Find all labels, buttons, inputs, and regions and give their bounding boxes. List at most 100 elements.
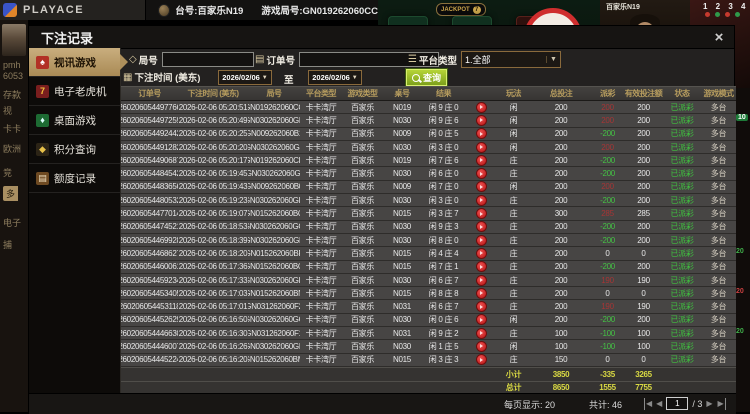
replay-icon[interactable] (475, 247, 487, 259)
replay-icon[interactable] (475, 128, 487, 140)
cell-payout: 0 (605, 288, 610, 298)
page-count-label: / 3 (692, 398, 703, 409)
lobby-left-rail: pmh 6053 存款 视 卡卡 欧洲 竞 多 电子 捕 (0, 20, 28, 412)
date-from-picker[interactable]: 2026/02/06 ▼ (218, 70, 272, 85)
replay-icon[interactable] (475, 154, 487, 166)
prev-page-icon[interactable]: ◀ (656, 398, 662, 410)
cell-result: 闲 7 庄 6 (428, 155, 459, 165)
subtotal-bet: 3850 (552, 369, 570, 379)
replay-icon[interactable] (475, 354, 487, 366)
modal-sidebar: ♠ 视讯游戏 7 电子老虎机 ♦ 桌面游戏 ◆ 积分查询 ▤ 额度记录 (29, 48, 128, 413)
header-order: 订单号 (138, 89, 161, 98)
cell-order: 260206054490687 (121, 155, 178, 165)
brand-name: PLAYACE (23, 4, 85, 16)
replay-cell (466, 287, 496, 299)
cell-bet: 200 (554, 248, 568, 258)
sidebar-item-slots[interactable]: 7 电子老虎机 (29, 77, 120, 106)
cell-bet: 200 (554, 275, 568, 285)
table-header: 订单号 下注时间 (美东) 局号 平台类型 游戏类型 桌号 结果 玩法 总投注 … (121, 86, 736, 101)
last-page-icon[interactable]: ▶ (717, 397, 726, 410)
cell-round: GN030262060GK (248, 115, 300, 125)
cell-mode: 多台 (710, 222, 727, 232)
cell-mode: 多台 (710, 328, 727, 338)
replay-cell (466, 114, 496, 126)
cell-platform: 卡卡湾厅 (305, 248, 337, 258)
next-page-icon[interactable]: ▶ (706, 398, 712, 410)
page-input[interactable] (666, 397, 689, 410)
cell-game: 百家乐 (350, 235, 375, 245)
cell-platform: 卡卡湾厅 (305, 302, 337, 312)
cell-table: N019 (393, 155, 411, 165)
replay-icon[interactable] (475, 168, 487, 180)
cell-payout: -200 (600, 155, 615, 165)
platform-select-value: 1.全部 (464, 55, 491, 65)
replay-icon[interactable] (475, 287, 487, 299)
replay-icon[interactable] (475, 234, 487, 246)
replay-icon[interactable] (475, 314, 487, 326)
replay-icon[interactable] (475, 327, 487, 339)
chevron-down-icon: ▼ (261, 74, 268, 81)
cell-platform: 卡卡湾厅 (305, 169, 337, 179)
cell-mode: 多台 (710, 302, 727, 312)
cell-payout: -100 (600, 328, 615, 338)
cell-order: 260206054446007 (121, 341, 178, 351)
cell-table: N015 (393, 262, 411, 272)
first-page-icon[interactable]: ◀ (644, 397, 652, 410)
cell-time: 2026-02-06 05:19:43 (178, 182, 248, 192)
cell-mode: 多台 (710, 195, 727, 205)
replay-cell (466, 327, 496, 339)
date-from-value: 2026/02/06 (222, 73, 260, 82)
replay-icon[interactable] (475, 261, 487, 273)
replay-icon[interactable] (475, 221, 487, 233)
table-row: 260206054484542 2026-02-06 05:19:45 GN0302… (121, 167, 736, 181)
platform-select[interactable]: 1.全部 ▼ (460, 51, 561, 68)
rail-username: pmh (3, 60, 21, 70)
round-input[interactable] (161, 52, 254, 67)
modal-main: ◇ 局号 ▤ 订单号 ☰ 平台类型 1.全部 ▼ ▦ 下注时间 (美东) 202… (121, 48, 736, 413)
cell-play: 闲 (509, 315, 518, 325)
cell-table: N030 (393, 315, 411, 325)
cell-game: 百家乐 (350, 355, 375, 365)
cell-time: 2026-02-06 05:16:30 (178, 328, 248, 338)
sidebar-item-points[interactable]: ◆ 积分查询 (29, 135, 120, 164)
sidebar-item-video-games[interactable]: ♠ 视讯游戏 (29, 48, 128, 77)
cell-status: 已派彩 (670, 115, 694, 125)
fleck: 20 (736, 288, 744, 295)
cell-game: 百家乐 (350, 288, 375, 298)
replay-icon[interactable] (475, 340, 487, 352)
replay-icon[interactable] (475, 101, 487, 113)
cell-game: 百家乐 (350, 169, 375, 179)
cell-payout: 190 (601, 275, 614, 285)
replay-cell (466, 234, 496, 246)
sidebar-item-quota-records[interactable]: ▤ 额度记录 (29, 164, 120, 193)
search-button[interactable]: 查询 (404, 68, 449, 87)
cell-platform: 卡卡湾厅 (305, 275, 337, 285)
sidebar-item-table-games[interactable]: ♦ 桌面游戏 (29, 106, 120, 135)
chevron-down-icon: ▼ (351, 74, 358, 81)
cell-round: GN030262060GH (248, 195, 300, 205)
replay-icon[interactable] (475, 208, 487, 220)
replay-cell (466, 181, 496, 193)
user-avatar (2, 24, 26, 56)
cell-platform: 卡卡湾厅 (305, 262, 337, 272)
table-row: 2602060544906872026-02-06 05:20:17GN0192… (121, 154, 736, 168)
header-game-mode: 游戏模式 (703, 89, 735, 98)
header-play: 玩法 (506, 89, 522, 98)
replay-icon[interactable] (475, 114, 487, 126)
table-row: 2602060544534052026-02-06 05:17:03GN0152… (121, 287, 736, 301)
replay-icon[interactable] (475, 274, 487, 286)
background-right-sliver: 10 20 20 20 (735, 88, 750, 412)
replay-icon[interactable] (475, 181, 487, 193)
cell-result: 闲 6 庄 7 (428, 275, 459, 285)
cell-round: GN015262060BO (248, 262, 300, 272)
replay-icon[interactable] (475, 301, 487, 313)
date-to-picker[interactable]: 2026/02/06 ▼ (308, 70, 362, 85)
replay-icon[interactable] (475, 194, 487, 206)
cell-bet: 200 (554, 302, 568, 312)
replay-icon[interactable] (475, 141, 487, 153)
cell-valid: 200 (637, 115, 650, 125)
cell-payout: -200 (600, 235, 615, 245)
cell-play: 庄 (509, 169, 518, 179)
close-icon[interactable]: × (710, 28, 728, 46)
cell-status: 已派彩 (670, 182, 694, 192)
